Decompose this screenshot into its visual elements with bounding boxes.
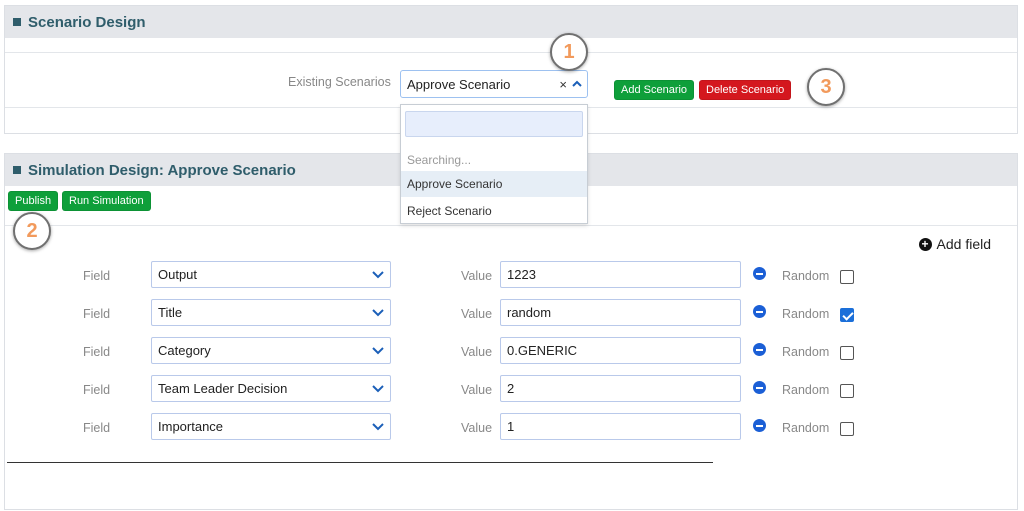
value-input[interactable]: 1223: [500, 261, 741, 288]
callout-1: 1: [550, 33, 588, 71]
scenario-search-input[interactable]: [405, 111, 583, 137]
add-scenario-button[interactable]: Add Scenario: [614, 80, 695, 100]
remove-field-icon[interactable]: [753, 381, 766, 394]
random-label: Random: [782, 307, 830, 321]
random-label: Random: [782, 421, 830, 435]
publish-button[interactable]: Publish: [8, 191, 59, 211]
scenario-design-title: Scenario Design: [28, 13, 146, 31]
run-simulation-button[interactable]: Run Simulation: [62, 191, 151, 211]
random-label: Random: [782, 345, 830, 359]
existing-scenarios-label: Existing Scenarios: [288, 75, 391, 89]
random-label: Random: [782, 269, 830, 283]
field-select[interactable]: Output: [151, 261, 391, 288]
field-select-value: Title: [158, 305, 183, 320]
random-checkbox[interactable]: [840, 270, 854, 284]
chevron-down-icon: [372, 347, 384, 355]
value-label: Value: [461, 345, 493, 359]
square-bullet-icon: [13, 166, 21, 174]
value-input[interactable]: 0.GENERIC: [500, 337, 741, 364]
scenario-dropdown-list: Searching... Approve Scenario Reject Sce…: [400, 104, 588, 224]
callout-2: 2: [13, 212, 51, 250]
simulation-design-title: Simulation Design: Approve Scenario: [28, 161, 296, 179]
searching-status: Searching...: [407, 153, 472, 167]
field-label: Field: [83, 269, 111, 283]
callout-3: 3: [807, 68, 845, 106]
field-select[interactable]: Team Leader Decision: [151, 375, 391, 402]
field-label: Field: [83, 307, 111, 321]
field-select-value: Team Leader Decision: [158, 381, 288, 396]
chevron-up-icon[interactable]: [572, 79, 582, 89]
field-select[interactable]: Importance: [151, 413, 391, 440]
random-checkbox[interactable]: [840, 346, 854, 360]
value-label: Value: [461, 421, 493, 435]
value-input[interactable]: 1: [500, 413, 741, 440]
scenario-select-value: Approve Scenario: [407, 77, 511, 92]
plus-circle-icon: +: [918, 237, 932, 251]
chevron-down-icon: [372, 309, 384, 317]
remove-field-icon[interactable]: [753, 343, 766, 356]
chevron-down-icon: [372, 423, 384, 431]
value-input[interactable]: random: [500, 299, 741, 326]
field-row: Field Title Value random Random: [5, 299, 1017, 327]
value-label: Value: [461, 383, 493, 397]
square-bullet-icon: [13, 18, 21, 26]
remove-field-icon[interactable]: [753, 267, 766, 280]
field-select-value: Output: [158, 267, 198, 282]
field-row: Field Category Value 0.GENERIC Random: [5, 337, 1017, 365]
clear-icon[interactable]: ×: [559, 77, 567, 92]
field-row: Field Importance Value 1 Random: [5, 413, 1017, 441]
value-label: Value: [461, 269, 493, 283]
field-row: Field Team Leader Decision Value 2 Rando…: [5, 375, 1017, 403]
add-field-button[interactable]: + Add field: [918, 236, 991, 252]
remove-field-icon[interactable]: [753, 419, 766, 432]
remove-field-icon[interactable]: [753, 305, 766, 318]
field-row: Field Output Value 1223 Random: [5, 261, 1017, 289]
field-form: + Add field Field Output Value 1223 Rand…: [5, 225, 1017, 511]
field-label: Field: [83, 421, 111, 435]
field-select[interactable]: Category: [151, 337, 391, 364]
field-select[interactable]: Title: [151, 299, 391, 326]
random-checkbox[interactable]: [840, 422, 854, 436]
scenario-select[interactable]: Approve Scenario ×: [400, 70, 588, 98]
field-select-value: Importance: [158, 419, 224, 434]
chevron-down-icon: [372, 385, 384, 393]
add-field-label: Add field: [936, 236, 991, 252]
chevron-down-icon: [372, 271, 384, 279]
field-label: Field: [83, 345, 111, 359]
option-reject-scenario[interactable]: Reject Scenario: [401, 198, 587, 224]
delete-scenario-button[interactable]: Delete Scenario: [699, 80, 792, 100]
divider-line: [7, 462, 713, 463]
option-approve-scenario[interactable]: Approve Scenario: [401, 171, 587, 197]
random-checkbox[interactable]: [840, 384, 854, 398]
value-input[interactable]: 2: [500, 375, 741, 402]
random-checkbox[interactable]: [840, 308, 854, 322]
field-select-value: Category: [158, 343, 211, 358]
random-label: Random: [782, 383, 830, 397]
field-label: Field: [83, 383, 111, 397]
scenario-design-header: Scenario Design: [5, 6, 1017, 38]
value-label: Value: [461, 307, 493, 321]
